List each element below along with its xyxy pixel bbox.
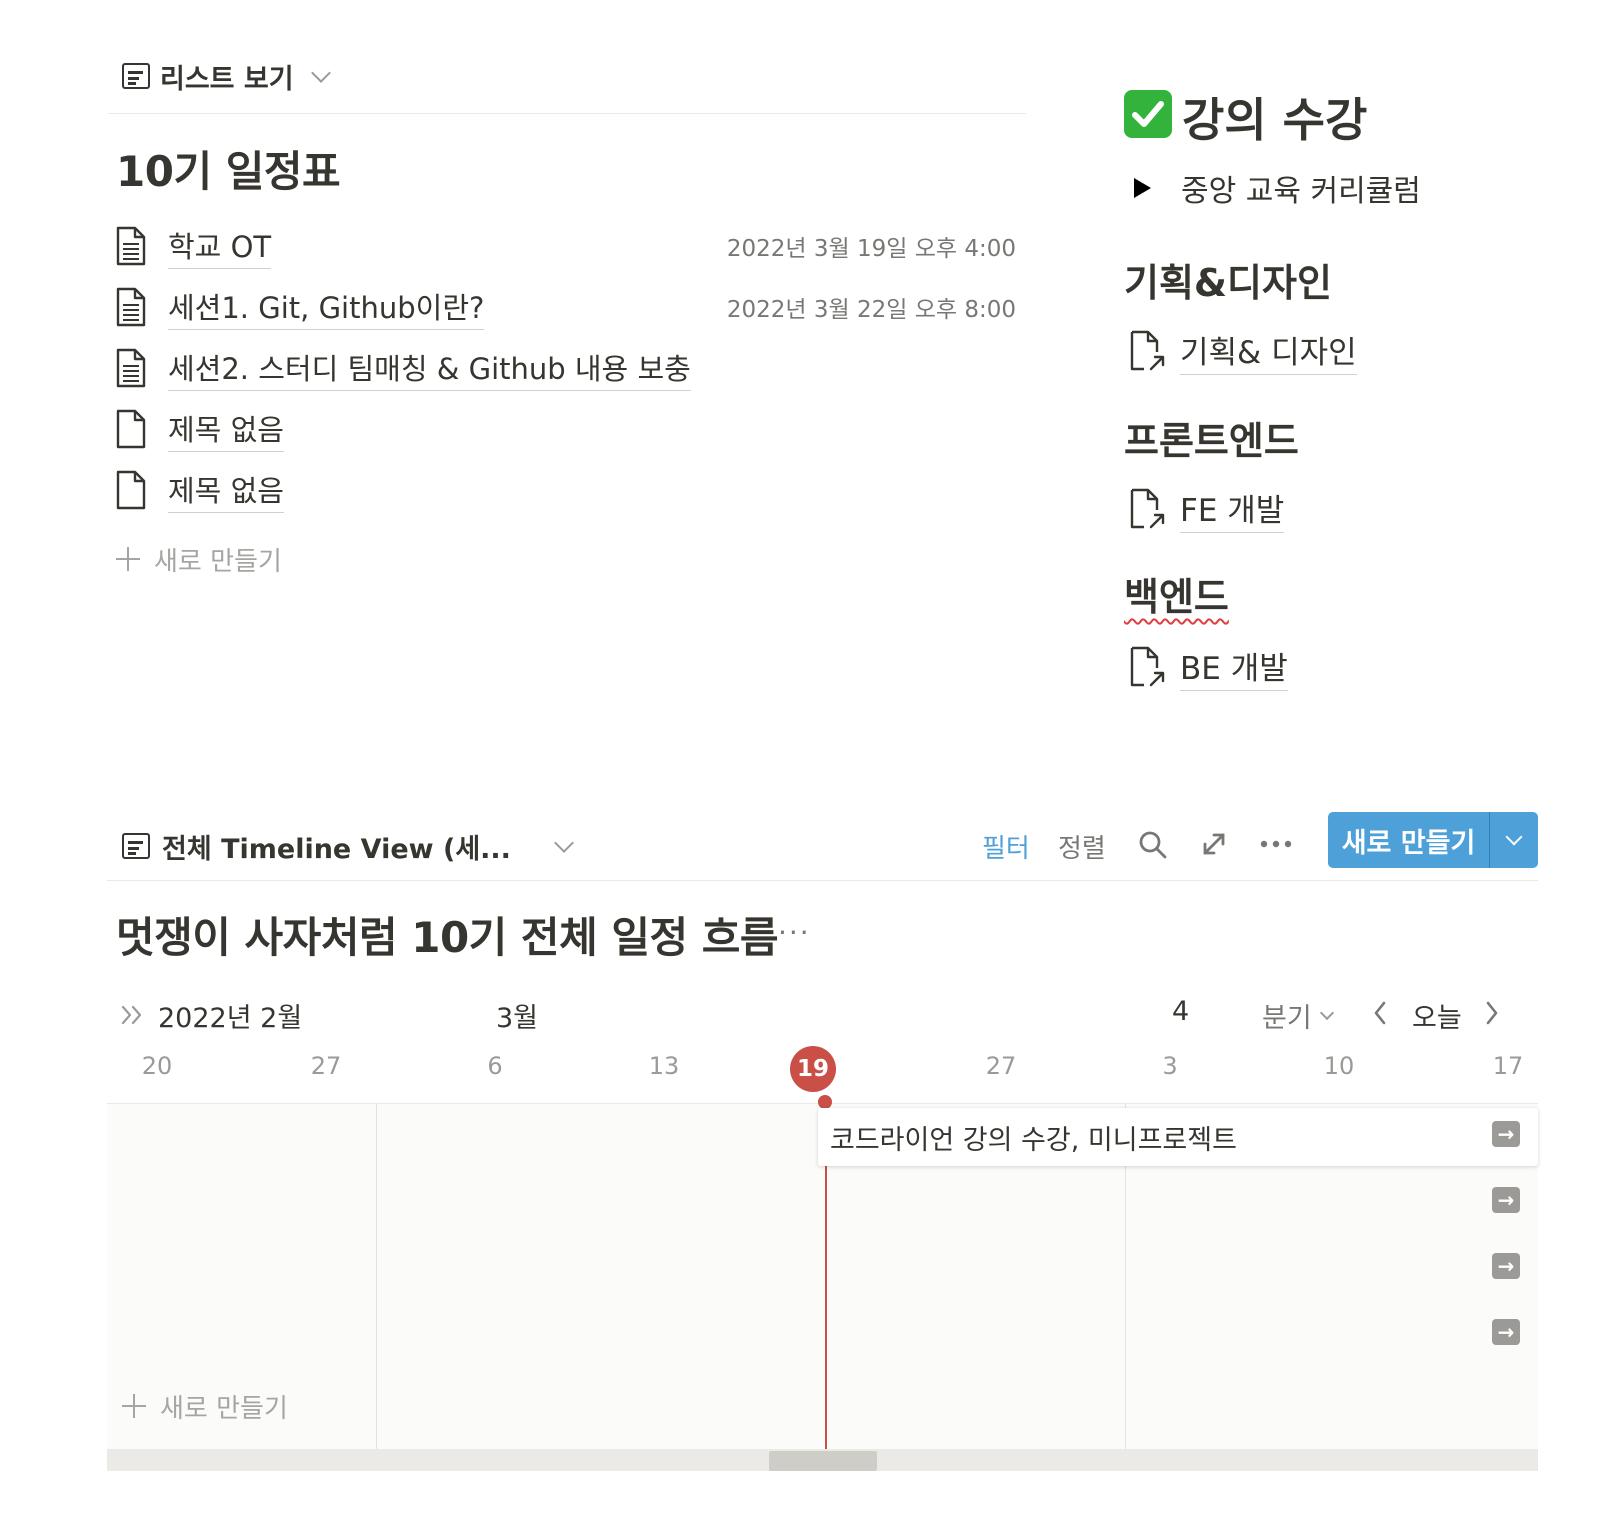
divider	[107, 880, 1538, 881]
today-date-badge: 19	[790, 1046, 836, 1092]
list-item[interactable]: 세션2. 스터디 팀매칭 & Github 내용 보충	[116, 343, 1026, 393]
list-item-title: 세션1. Git, Github이란?	[168, 285, 485, 330]
new-button-label: 새로 만들기	[1328, 812, 1490, 868]
page-link-icon	[1130, 330, 1165, 371]
zoom-select[interactable]: 분기	[1262, 996, 1334, 1035]
list-item-title: 제목 없음	[168, 468, 284, 513]
page-blank-icon	[116, 470, 146, 510]
section-heading-frontend: 프론트엔드	[1124, 419, 1299, 463]
page-text-icon	[116, 348, 146, 388]
prev-period-icon[interactable]	[1372, 1000, 1388, 1026]
list-title: 10기 일정표	[116, 147, 341, 196]
page-link-icon	[1130, 646, 1165, 687]
filter-button[interactable]: 필터	[982, 826, 1030, 866]
timeline-view-switcher[interactable]: 전체 Timeline View (세...	[122, 826, 574, 866]
chevron-down-icon	[1505, 828, 1523, 846]
day-label: 17	[1492, 1052, 1524, 1080]
next-period-icon[interactable]	[1484, 1000, 1500, 1026]
course-heading: 강의 수강	[1182, 93, 1368, 147]
timeline-new-button[interactable]: 새로 만들기	[1328, 812, 1538, 868]
page-text-icon	[116, 226, 146, 266]
page-link-planning[interactable]: 기획& 디자인	[1130, 326, 1357, 376]
more-options-icon[interactable]	[1260, 838, 1292, 850]
filter-label: 필터	[982, 833, 1030, 864]
month-header: 2022년 2월 3월 4	[0, 996, 1612, 1036]
month-label: 2022년 2월	[158, 1003, 303, 1034]
list-item[interactable]: 제목 없음	[116, 465, 1026, 515]
arrow-right-icon[interactable]: →	[1492, 1187, 1520, 1213]
today-marker	[818, 1095, 832, 1109]
timeline-view-icon	[122, 833, 150, 859]
list-view-icon	[122, 63, 150, 89]
list-view-switcher[interactable]: 리스트 보기	[122, 56, 331, 96]
new-button-dropdown[interactable]	[1490, 812, 1538, 868]
day-label: 6	[487, 1052, 503, 1080]
check-mark-icon	[1124, 90, 1172, 138]
arrow-right-icon[interactable]: →	[1492, 1121, 1520, 1147]
day-label: 13	[648, 1052, 680, 1080]
timeline-card[interactable]: 코드라이언 강의 수강, 미니프로젝트	[818, 1108, 1538, 1166]
page-link-frontend[interactable]: FE 개발	[1130, 484, 1285, 534]
section-heading-planning: 기획&디자인	[1124, 261, 1332, 305]
search-icon[interactable]	[1138, 830, 1168, 860]
list-item[interactable]: 학교 OT 2022년 3월 19일 오후 4:00	[116, 221, 1026, 271]
today-button[interactable]: 오늘	[1412, 996, 1462, 1035]
chevron-down-icon	[554, 833, 574, 853]
timeline-title: 멋쟁이 사자처럼 10기 전체 일정 흐름	[116, 913, 779, 962]
timeline-add-button[interactable]: 새로 만들기	[122, 1386, 288, 1426]
toggle-triangle-icon	[1134, 178, 1151, 198]
chevron-down-icon	[1319, 1005, 1334, 1020]
list-item-date: 2022년 3월 22일 오후 8:00	[726, 297, 1016, 323]
list-item-date: 2022년 3월 19일 오후 4:00	[726, 236, 1016, 262]
chevron-down-icon	[310, 63, 331, 83]
timeline-add-label: 새로 만들기	[160, 1393, 288, 1424]
toggle-label: 중앙 교육 커리큘럼	[1181, 174, 1421, 209]
month-label: 4	[1172, 996, 1190, 1027]
month-label: 3월	[496, 1003, 539, 1034]
day-label: 10	[1323, 1052, 1355, 1080]
list-new-label: 새로 만들기	[154, 546, 282, 577]
day-label: 27	[310, 1052, 342, 1080]
month-divider	[376, 1104, 377, 1449]
day-label: 27	[985, 1052, 1017, 1080]
list-new-button[interactable]: 새로 만들기	[116, 539, 282, 579]
title-more-icon[interactable]: ···	[778, 916, 811, 949]
expand-icon[interactable]	[1200, 830, 1228, 858]
list-item[interactable]: 세션1. Git, Github이란? 2022년 3월 22일 오후 8:00	[116, 282, 1026, 332]
day-label: 3	[1162, 1052, 1178, 1080]
timeline-view-label: 전체 Timeline View (세...	[162, 833, 511, 865]
page-link-label: FE 개발	[1180, 485, 1285, 533]
timeline-card-title: 코드라이언 강의 수강, 미니프로젝트	[830, 1124, 1237, 1156]
zoom-label: 분기	[1262, 1003, 1312, 1034]
list-item-title: 제목 없음	[168, 407, 284, 452]
page-link-label: 기획& 디자인	[1180, 327, 1357, 375]
list-item-title: 세션2. 스터디 팀매칭 & Github 내용 보충	[168, 346, 691, 391]
list-item[interactable]: 제목 없음	[116, 404, 1026, 454]
arrow-right-icon[interactable]: →	[1492, 1319, 1520, 1345]
section-heading-backend: 백엔드	[1124, 575, 1229, 619]
page-link-icon	[1130, 488, 1165, 529]
curriculum-toggle[interactable]: 중앙 교육 커리큘럼	[1134, 168, 1421, 209]
sort-label: 정렬	[1058, 833, 1106, 864]
page-blank-icon	[116, 409, 146, 449]
page-link-label: BE 개발	[1180, 643, 1288, 691]
page-text-icon	[116, 287, 146, 327]
plus-icon	[122, 1394, 146, 1418]
list-item-title: 학교 OT	[168, 224, 272, 269]
list-view-label: 리스트 보기	[160, 63, 294, 95]
arrow-right-icon[interactable]: →	[1492, 1253, 1520, 1279]
scrollbar-thumb[interactable]	[769, 1451, 877, 1471]
divider	[108, 113, 1026, 114]
page-link-backend[interactable]: BE 개발	[1130, 642, 1288, 692]
sort-button[interactable]: 정렬	[1058, 826, 1106, 866]
day-label: 20	[141, 1052, 173, 1080]
plus-icon	[116, 547, 140, 571]
